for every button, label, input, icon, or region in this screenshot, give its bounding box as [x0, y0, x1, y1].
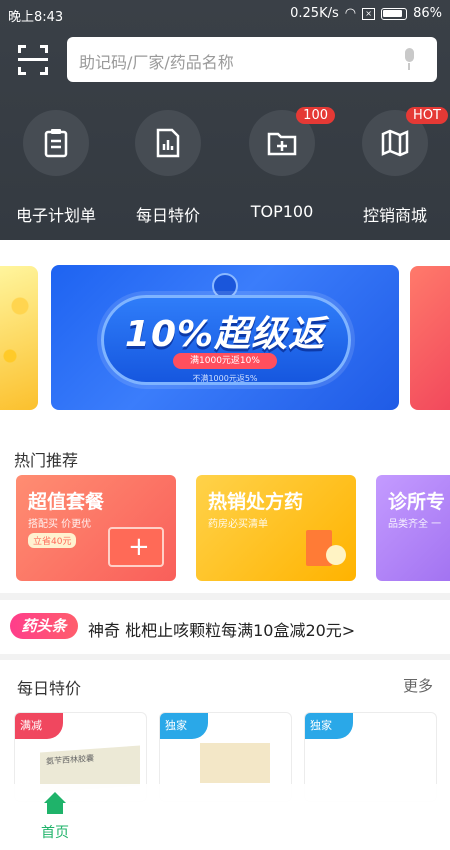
quick-link-plan[interactable]: 电子计划单: [16, 110, 96, 225]
card-title: 热销处方药: [208, 491, 304, 513]
folder-plus-icon: 100: [249, 107, 335, 176]
card-tag: 立省40元: [28, 533, 77, 548]
quick-link-controlled-mall[interactable]: HOT 控销商城: [360, 107, 448, 225]
header: 晚上8:43 0.25K/s ◠ × 86% 助记码/厂家/药品名称 电子计划单: [0, 0, 450, 240]
document-chart-icon: [135, 110, 201, 176]
quick-link-label: 每日特价: [135, 206, 200, 225]
corner-tag: 独家: [160, 713, 208, 739]
status-time: 晚上8:43: [8, 10, 64, 25]
count-badge: 100: [296, 107, 335, 124]
app-home-screen: 晚上8:43 0.25K/s ◠ × 86% 助记码/厂家/药品名称 电子计划单: [0, 0, 450, 850]
card-title: 超值套餐: [28, 491, 105, 513]
section-title: 热门推荐: [14, 451, 79, 470]
promo-banner[interactable]: 10%超级返 满1000元返10% 不满1000元返5%: [51, 265, 399, 410]
pill-icon: [326, 545, 346, 565]
product-name: 氨苄西林胶囊: [46, 753, 94, 767]
status-right: 0.25K/s ◠ × 86%: [290, 6, 442, 21]
home-icon: [44, 792, 66, 814]
section-title: 每日特价: [17, 679, 82, 698]
corner-tag: 满减: [15, 713, 63, 739]
search-bar[interactable]: 助记码/厂家/药品名称: [67, 37, 437, 82]
hot-card-prescription[interactable]: 热销处方药 药房必买清单: [196, 475, 356, 581]
microphone-icon[interactable]: [403, 48, 415, 70]
hot-recommend-section: 热门推荐 超值套餐 搭配买 价更优 立省40元 热销处方药 药房必买清单 诊所专…: [0, 430, 450, 593]
more-link[interactable]: 更多: [403, 675, 433, 696]
headline-text[interactable]: 神奇 枇杷止咳颗粒每满10盒减20元>: [88, 617, 355, 641]
news-headline-bar[interactable]: 药头条 神奇 枇杷止咳颗粒每满10盒减20元>: [0, 600, 450, 654]
hot-badge: HOT: [406, 107, 448, 124]
quick-link-label: TOP100: [250, 202, 314, 221]
banner-carousel[interactable]: 10%超级返 满1000元返10% 不满1000元返5%: [0, 240, 450, 430]
battery-level: 86%: [413, 6, 442, 21]
map-icon: HOT: [362, 107, 448, 176]
nav-home-label: 首页: [41, 825, 69, 841]
quick-link-label: 控销商城: [362, 206, 427, 225]
quick-link-daily-special[interactable]: 每日特价: [133, 110, 203, 225]
medical-kit-icon: [108, 527, 164, 567]
clipboard-icon: [23, 110, 89, 176]
sim-icon: ×: [362, 7, 376, 20]
battery-icon: [381, 7, 408, 20]
banner-next-peek[interactable]: [410, 266, 450, 410]
status-bar: 晚上8:43 0.25K/s ◠ × 86%: [0, 0, 450, 28]
product-image: [200, 743, 270, 783]
network-speed: 0.25K/s: [290, 6, 339, 21]
banner-note: 不满1000元返5%: [192, 374, 258, 383]
banner-title: 10%超级返: [124, 314, 326, 355]
headline-badge: 药头条: [10, 613, 78, 639]
search-input[interactable]: 助记码/厂家/药品名称: [79, 49, 234, 73]
nav-home[interactable]: 首页: [30, 792, 80, 842]
card-subtitle: 搭配买 价更优: [28, 519, 92, 530]
banner-prev-peek[interactable]: [0, 266, 38, 410]
hot-card-value-bundle[interactable]: 超值套餐 搭配买 价更优 立省40元: [16, 475, 176, 581]
quick-link-top100[interactable]: 100 TOP100: [247, 107, 335, 221]
scan-icon[interactable]: [18, 45, 48, 75]
hot-card-clinic[interactable]: 诊所专 品类齐全 一: [376, 475, 450, 581]
wifi-icon: ◠: [344, 6, 357, 21]
card-subtitle: 品类齐全 一: [388, 519, 442, 530]
corner-tag: 独家: [305, 713, 353, 739]
card-title: 诊所专: [388, 491, 446, 513]
bottom-navigation: 首页: [0, 784, 450, 850]
card-subtitle: 药房必买清单: [208, 519, 268, 530]
banner-subtitle: 满1000元返10%: [173, 353, 277, 369]
